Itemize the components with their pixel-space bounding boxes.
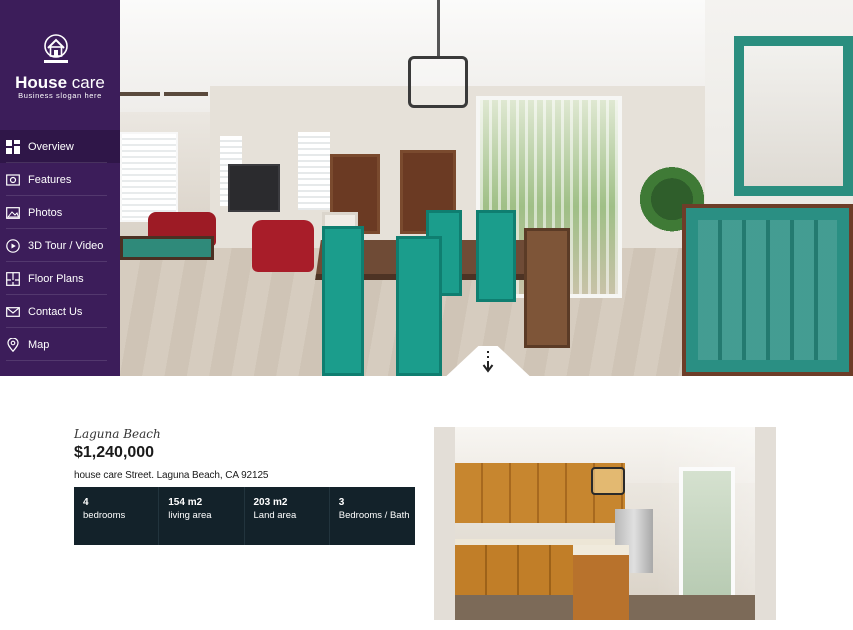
nav-item-3d-tour[interactable]: 3D Tour / Video: [0, 229, 120, 262]
listing-location: Laguna Beach: [74, 427, 161, 441]
nav-item-contact[interactable]: Contact Us: [0, 295, 120, 328]
floor-plan-icon: [5, 271, 20, 286]
property-page: House care Business slogan here Overview…: [0, 0, 853, 630]
photos-icon: [5, 205, 20, 220]
brand-slogan: Business slogan here: [18, 91, 102, 100]
envelope-icon: [5, 304, 20, 319]
brand-name: House care: [15, 73, 105, 92]
nav-item-photos[interactable]: Photos: [0, 196, 120, 229]
nav-item-map[interactable]: Map: [0, 328, 120, 361]
sidebar: House care Business slogan here Overview…: [0, 0, 120, 376]
stat-bedrooms: 4 bedrooms: [74, 487, 160, 545]
nav-item-floor-plans[interactable]: Floor Plans: [0, 262, 120, 295]
hero-section: House care Business slogan here Overview…: [0, 0, 853, 376]
hero-dining-room-photo: [120, 0, 853, 376]
nav-label: Photos: [28, 206, 63, 219]
nav-label: Features: [28, 173, 72, 186]
brand-logo[interactable]: House care Business slogan here: [0, 34, 120, 114]
arrow-down-icon: [482, 351, 494, 373]
kitchen-photo[interactable]: [434, 427, 776, 620]
nav-label: 3D Tour / Video: [28, 239, 104, 252]
listing-address: house care Street. Laguna Beach, CA 9212…: [74, 470, 269, 481]
nav-label: Floor Plans: [28, 272, 84, 285]
listing-price: $1,240,000: [74, 444, 155, 461]
stat-bedrooms-bath: 3 Bedrooms / Bath: [338, 497, 410, 521]
features-icon: [5, 172, 20, 187]
overview-grid-icon: [5, 139, 20, 154]
nav-label: Map: [28, 338, 50, 351]
nav-item-features[interactable]: Features: [0, 163, 120, 196]
map-pin-icon: [5, 337, 20, 352]
stat-land-area: 203 m2 Land area: [245, 487, 330, 545]
stat-living-area: 154 m2 living area: [159, 487, 245, 545]
nav-label: Overview: [28, 140, 74, 153]
house-icon: [44, 34, 68, 63]
nav-item-overview[interactable]: Overview: [0, 130, 120, 163]
nav-label: Contact Us: [28, 305, 83, 318]
listing-stats-bar: 4 bedrooms 154 m2 living area 203 m2 Lan…: [74, 487, 415, 545]
sidebar-nav: Overview Features Photos 3D Tour / Video…: [0, 130, 120, 361]
play-circle-icon: [5, 238, 20, 253]
